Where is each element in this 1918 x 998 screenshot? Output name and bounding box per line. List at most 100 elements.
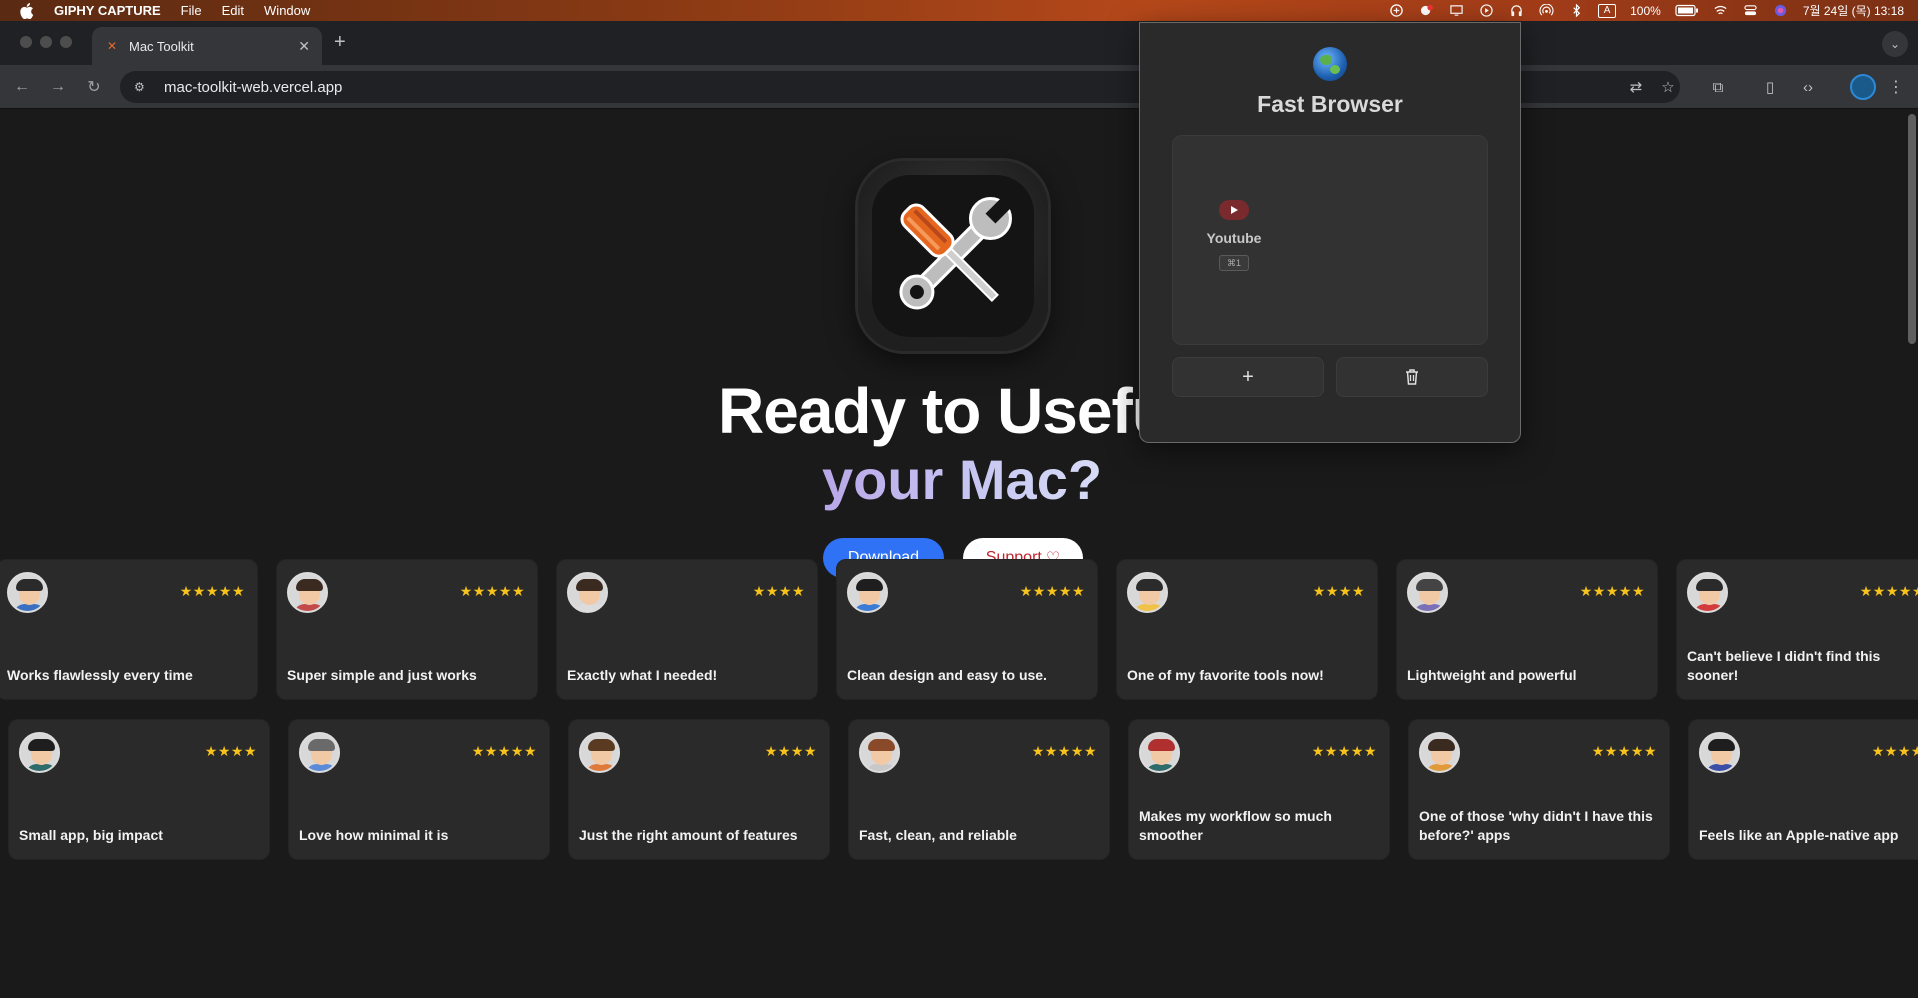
trash-extension-icon[interactable]: ▯: [1758, 75, 1782, 99]
minimize-window-button[interactable]: [40, 36, 52, 48]
menu-window[interactable]: Window: [264, 3, 310, 18]
popover-title: Fast Browser: [1257, 91, 1403, 117]
hero-headline: Ready to Useful: [718, 375, 1188, 447]
bluetooth-icon[interactable]: [1568, 4, 1584, 18]
bookmark-star-icon[interactable]: ☆: [1656, 75, 1680, 99]
review-text: Feels like an Apple-native app: [1699, 827, 1899, 843]
display-icon[interactable]: [1448, 4, 1464, 18]
shortcut-label: Youtube: [1206, 230, 1262, 246]
review-text: Love how minimal it is: [299, 827, 449, 843]
star-rating: ★★★★★: [459, 583, 525, 599]
profile-avatar[interactable]: [1850, 74, 1876, 100]
play-icon[interactable]: [1478, 4, 1494, 18]
review-text: Super simple and just works: [287, 667, 477, 683]
reviewer-avatar: [579, 732, 620, 773]
review-card: ★★★★ Small app, big impact: [8, 719, 270, 860]
macos-menubar: GIPHY CAPTURE File Edit Window A 100% 7월…: [0, 0, 1918, 21]
zoom-window-button[interactable]: [60, 36, 72, 48]
review-text: Clean design and easy to use.: [847, 667, 1047, 683]
reload-icon[interactable]: ↻: [82, 75, 106, 99]
hero-headline-accent: your Mac?: [822, 448, 1103, 511]
devtools-code-icon[interactable]: ‹›: [1796, 75, 1820, 99]
review-text: Works flawlessly every time: [7, 667, 193, 683]
review-text: Small app, big impact: [19, 827, 163, 843]
web-page-content: Ready to Useful your Mac? Download Suppo…: [0, 109, 1918, 998]
review-text: Just the right amount of features: [579, 827, 798, 843]
site-info-icon[interactable]: ⚙: [134, 80, 152, 94]
browser-toolbar: ← → ↻ ⚙ mac-toolkit-web.vercel.app ⇄ ☆ ⧉…: [0, 65, 1918, 109]
reviewer-avatar: [1139, 732, 1180, 773]
reviewer-avatar: [1687, 572, 1728, 613]
page-scrollbar[interactable]: [1908, 114, 1916, 344]
review-text: One of those 'why didn't I have this bef…: [1419, 808, 1653, 843]
extensions-puzzle-icon[interactable]: ⧉: [1706, 75, 1730, 99]
reviewer-avatar: [19, 732, 60, 773]
globe-icon: [1313, 47, 1347, 81]
reviewer-avatar: [1407, 572, 1448, 613]
forward-arrow-icon[interactable]: →: [46, 75, 70, 99]
review-text: Can't believe I didn't find this sooner!: [1687, 648, 1881, 683]
input-source-icon[interactable]: A: [1598, 3, 1617, 18]
review-card: ★★★★★ One of those 'why didn't I have thi…: [1408, 719, 1670, 860]
app-name-menu[interactable]: GIPHY CAPTURE: [54, 3, 161, 18]
review-text: One of my favorite tools now!: [1127, 667, 1324, 683]
add-shortcut-button[interactable]: +: [1172, 357, 1324, 397]
star-rating: ★★★★★: [1311, 743, 1377, 759]
review-card: ★★★★★ Feels like an Apple-native app: [1688, 719, 1918, 860]
reviewer-avatar: [7, 572, 48, 613]
headphones-icon[interactable]: [1508, 4, 1524, 18]
tools-favicon-icon: ✕: [106, 39, 118, 53]
apple-menu-icon[interactable]: [20, 2, 38, 19]
shortcut-grid: Youtube ⌘1: [1172, 135, 1488, 345]
translate-icon[interactable]: ⇄: [1624, 75, 1648, 99]
star-rating: ★★★★: [764, 743, 817, 759]
airdrop-icon[interactable]: [1538, 4, 1554, 18]
kebab-menu-icon[interactable]: ⋮: [1888, 77, 1904, 97]
control-center-icon[interactable]: [1743, 4, 1759, 18]
reviewer-avatar: [1419, 732, 1460, 773]
reviewer-avatar: [859, 732, 900, 773]
trash-icon: [1406, 369, 1418, 385]
youtube-icon: [1219, 200, 1249, 220]
siri-icon[interactable]: [1773, 4, 1789, 18]
mac-toolkit-app-icon: [858, 161, 1048, 351]
close-window-button[interactable]: [20, 36, 32, 48]
url-text[interactable]: mac-toolkit-web.vercel.app: [164, 79, 342, 96]
review-card: ★★★★★ Super simple and just works: [276, 559, 538, 700]
star-rating: ★★★★★: [1031, 743, 1097, 759]
star-rating: ★★★★★: [1591, 743, 1657, 759]
browser-tab-strip: ✕ Mac Toolkit ✕ + ⌄: [0, 21, 1918, 65]
wifi-icon[interactable]: [1713, 4, 1729, 18]
shortcut-item-youtube[interactable]: Youtube ⌘1: [1199, 200, 1269, 271]
reviewer-avatar: [1699, 732, 1740, 773]
reviewer-avatar: [1127, 572, 1168, 613]
delete-shortcut-button[interactable]: [1336, 357, 1488, 397]
tab-mac-toolkit[interactable]: ✕ Mac Toolkit ✕: [92, 27, 322, 65]
review-card: ★★★★★ Works flawlessly every time: [0, 559, 258, 700]
tab-search-chevron-icon[interactable]: ⌄: [1882, 31, 1908, 57]
close-tab-icon[interactable]: ✕: [298, 38, 310, 55]
star-rating: ★★★★: [752, 583, 805, 599]
fast-browser-popover: Fast Browser Youtube ⌘1 +: [1139, 22, 1521, 443]
notification-badge-icon[interactable]: [1418, 4, 1434, 18]
tab-title: Mac Toolkit: [129, 38, 194, 54]
star-rating: ★★★★: [1312, 583, 1365, 599]
review-card: ★★★★★ Lightweight and powerful: [1396, 559, 1658, 700]
window-controls: [20, 36, 72, 48]
menu-file[interactable]: File: [181, 3, 202, 18]
review-card: ★★★★★ Makes my workflow so much smoother: [1128, 719, 1390, 860]
battery-icon[interactable]: [1675, 4, 1699, 18]
review-text: Lightweight and powerful: [1407, 667, 1577, 683]
star-rating: ★★★★★: [179, 583, 245, 599]
back-arrow-icon[interactable]: ←: [10, 75, 34, 99]
status-app-icon[interactable]: [1388, 4, 1404, 18]
menu-edit[interactable]: Edit: [222, 3, 244, 18]
keyboard-shortcut-badge: ⌘1: [1219, 255, 1249, 271]
star-rating: ★★★★★: [1871, 743, 1918, 759]
new-tab-button[interactable]: +: [334, 31, 346, 54]
review-text: Makes my workflow so much smoother: [1139, 808, 1332, 843]
menubar-clock[interactable]: 7월 24일 (목) 13:18: [1803, 2, 1904, 19]
review-card: ★★★★ One of my favorite tools now!: [1116, 559, 1378, 700]
star-rating: ★★★★★: [1579, 583, 1645, 599]
wrench-screwdriver-icon: [899, 197, 1012, 310]
